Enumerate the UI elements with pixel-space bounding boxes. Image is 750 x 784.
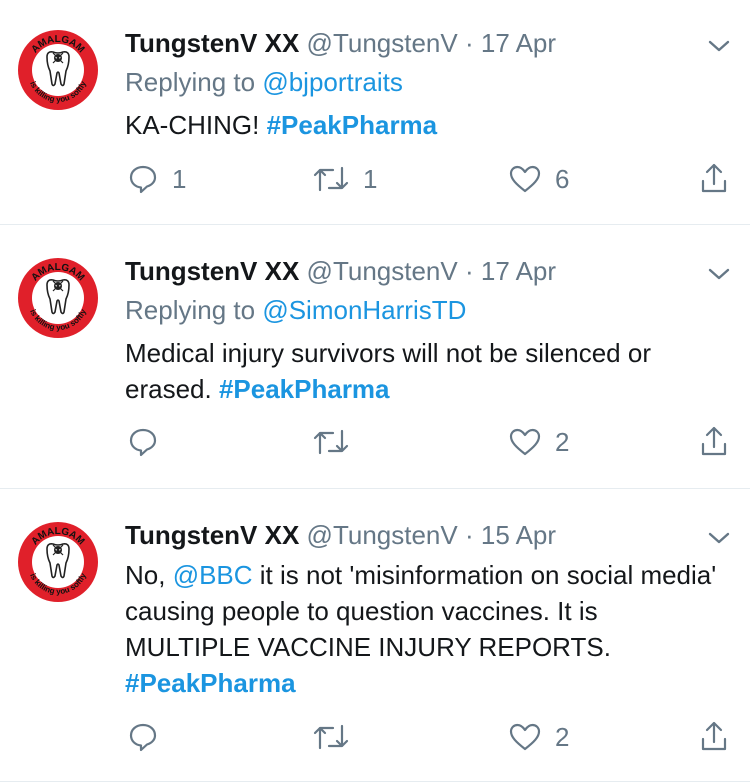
like-count: 2 — [555, 722, 570, 752]
tweet-text: Medical injury survivors will not be sil… — [125, 335, 725, 407]
tweet-header: TungstenV XX @TungstenV · 15 Apr — [125, 520, 556, 550]
share-button[interactable] — [700, 162, 728, 194]
replying-to-label: Replying to — [125, 67, 256, 97]
timestamp[interactable]: 15 Apr — [481, 520, 556, 550]
reply-button[interactable]: 1 — [128, 164, 186, 194]
replying-to: Replying to @SimonHarrisTD — [125, 295, 466, 325]
timestamp[interactable]: 17 Apr — [481, 28, 556, 58]
tweet[interactable]: AMALGAM is killing you softly TungstenV … — [0, 489, 750, 784]
separator: · — [464, 256, 474, 286]
tweet-text: No, @BBC it is not 'misinformation on so… — [125, 557, 725, 701]
share-icon — [701, 163, 727, 193]
tweet-body-prefix: No, — [125, 560, 173, 590]
handle[interactable]: @TungstenV — [307, 256, 458, 286]
tweet-header: TungstenV XX @TungstenV · 17 Apr — [125, 28, 556, 58]
heart-icon — [509, 428, 541, 456]
reply-count: 1 — [172, 164, 187, 194]
retweet-icon — [313, 724, 349, 750]
replying-to-label: Replying to — [125, 295, 256, 325]
heart-icon — [509, 165, 541, 193]
reply-button[interactable] — [128, 722, 172, 752]
tweet-feed: AMALGAM is killing you softly TungstenV … — [0, 0, 750, 784]
hashtag-link[interactable]: #PeakPharma — [125, 668, 296, 698]
reply-to-link[interactable]: @bjportraits — [262, 67, 403, 97]
share-button[interactable] — [700, 425, 728, 457]
tweet-text: KA-CHING! #PeakPharma — [125, 107, 725, 143]
share-button[interactable] — [700, 720, 728, 752]
handle[interactable]: @TungstenV — [307, 28, 458, 58]
hashtag-link[interactable]: #PeakPharma — [267, 110, 438, 140]
avatar[interactable]: AMALGAM is killing you softly — [16, 520, 100, 604]
avatar[interactable]: AMALGAM is killing you softly — [16, 28, 100, 112]
amalgam-logo-image: AMALGAM is killing you softly — [17, 29, 99, 111]
tweet[interactable]: AMALGAM is killing you softly TungstenV … — [0, 225, 750, 488]
reply-button[interactable] — [128, 427, 172, 457]
chevron-down-icon[interactable] — [707, 266, 731, 282]
like-button[interactable]: 6 — [509, 164, 569, 194]
divider — [0, 781, 750, 782]
reply-to-link[interactable]: @SimonHarrisTD — [262, 295, 466, 325]
amalgam-logo-image: AMALGAM is killing you softly — [17, 521, 99, 603]
display-name[interactable]: TungstenV XX — [125, 28, 299, 58]
retweet-button[interactable]: 1 — [313, 164, 377, 194]
amalgam-logo-image: AMALGAM is killing you softly — [17, 257, 99, 339]
retweet-button[interactable] — [313, 427, 363, 457]
retweet-icon — [313, 429, 349, 455]
replying-to: Replying to @bjportraits — [125, 67, 403, 97]
avatar[interactable]: AMALGAM is killing you softly — [16, 256, 100, 340]
retweet-count: 1 — [363, 164, 378, 194]
share-icon — [701, 426, 727, 456]
display-name[interactable]: TungstenV XX — [125, 520, 299, 550]
display-name[interactable]: TungstenV XX — [125, 256, 299, 286]
retweet-button[interactable] — [313, 722, 363, 752]
mention-link[interactable]: @BBC — [173, 560, 253, 590]
timestamp[interactable]: 17 Apr — [481, 256, 556, 286]
chevron-down-icon[interactable] — [707, 38, 731, 54]
reply-icon — [129, 428, 157, 457]
tweet-body: KA-CHING! — [125, 110, 267, 140]
retweet-icon — [313, 166, 349, 192]
like-count: 2 — [555, 427, 570, 457]
handle[interactable]: @TungstenV — [307, 520, 458, 550]
share-icon — [701, 721, 727, 751]
tweet-header: TungstenV XX @TungstenV · 17 Apr — [125, 256, 556, 286]
heart-icon — [509, 723, 541, 751]
reply-icon — [129, 723, 157, 752]
hashtag-link[interactable]: #PeakPharma — [219, 374, 390, 404]
like-count: 6 — [555, 164, 570, 194]
like-button[interactable]: 2 — [509, 427, 569, 457]
separator: · — [464, 520, 474, 550]
like-button[interactable]: 2 — [509, 722, 569, 752]
reply-icon — [129, 165, 157, 194]
chevron-down-icon[interactable] — [707, 530, 731, 546]
tweet[interactable]: AMALGAM is killing you softly TungstenV … — [0, 0, 750, 224]
separator: · — [464, 28, 474, 58]
